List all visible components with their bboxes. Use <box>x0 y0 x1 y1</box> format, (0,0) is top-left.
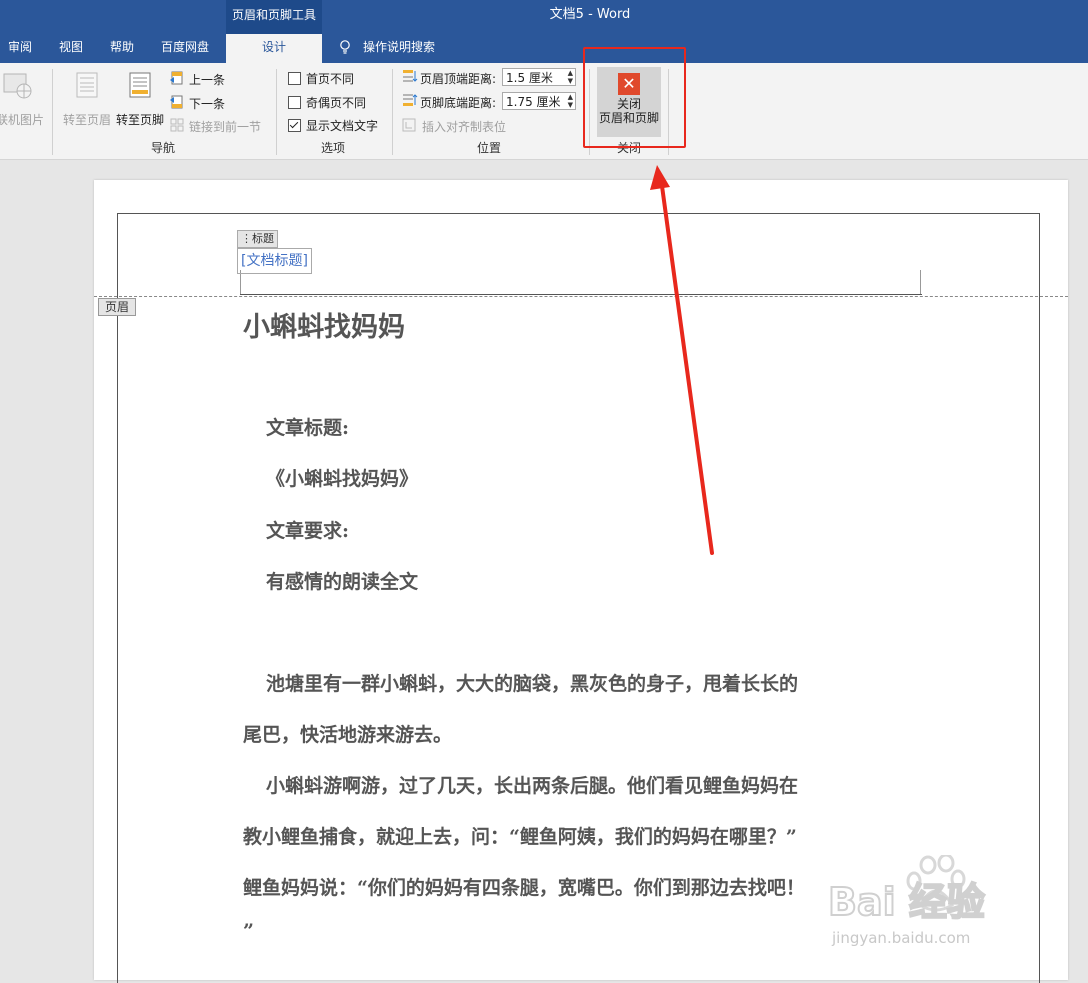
tab-help[interactable]: 帮助 <box>110 34 134 63</box>
previous-button[interactable]: 上一条 <box>170 70 250 88</box>
annotation-highlight-box <box>583 47 686 148</box>
tab-view[interactable]: 视图 <box>59 34 83 63</box>
tab-review[interactable]: 审阅 <box>8 34 32 63</box>
odd-even-different-checkbox[interactable]: 奇偶页不同 <box>288 94 366 111</box>
lightbulb-icon <box>340 40 350 54</box>
insert-alignment-tab-button[interactable]: 插入对齐制表位 <box>402 117 512 135</box>
document-line[interactable]: 有感情的朗读全文 <box>266 567 936 594</box>
online-picture-button[interactable]: 联机图片 <box>0 69 46 127</box>
goto-footer-button[interactable]: 转至页脚 <box>115 69 165 127</box>
group-label-position: 位置 <box>477 141 502 155</box>
header-top-distance-icon <box>403 70 418 82</box>
document-line[interactable]: 文章标题: <box>266 413 936 440</box>
document-line[interactable]: ” <box>243 920 913 942</box>
header-margin-corner <box>920 270 921 294</box>
tab-design[interactable]: 设计 <box>226 34 322 63</box>
group-label-navigation: 导航 <box>151 141 176 155</box>
header-tag: 页眉 <box>98 298 137 316</box>
document-title-content-control[interactable]: [文档标题] <box>237 248 312 274</box>
group-label-options: 选项 <box>321 141 346 155</box>
first-page-different-checkbox[interactable]: 首页不同 <box>288 70 354 87</box>
separator <box>392 69 393 155</box>
picture-icon <box>3 73 32 99</box>
header-top-distance-label: 页眉顶端距离: <box>420 72 497 86</box>
next-button[interactable]: 下一条 <box>170 94 250 112</box>
page-header-icon <box>76 72 98 98</box>
header-rule <box>240 294 922 295</box>
document-line[interactable]: 教小鲤鱼捕食，就迎上去，问：“鲤鱼阿姨，我们的妈妈在哪里？” <box>243 822 913 849</box>
watermark-brand: Bai 经验 <box>828 880 985 924</box>
document-line[interactable]: 池塘里有一群小蝌蚪，大大的脑袋，黑灰色的身子，甩着长长的 <box>266 669 936 696</box>
page-footer-icon <box>129 72 151 98</box>
separator <box>276 69 277 155</box>
link-icon <box>170 118 184 132</box>
watermark-url: jingyan.baidu.com <box>831 929 970 947</box>
ribbon-tabs: 审阅 视图 帮助 百度网盘 设计 操作说明搜索 <box>0 34 1088 63</box>
checkbox-box-checked <box>288 119 301 132</box>
alignment-tab-icon <box>402 118 416 132</box>
stepper-arrows-icon[interactable]: ▲ ▼ <box>568 93 573 109</box>
title-bar: 页眉和页脚工具 文档5 - Word 审阅 视图 帮助 百度网盘 设计 操作说明… <box>0 0 1088 63</box>
window-title: 文档5 - Word <box>549 7 631 22</box>
header-boundary-line <box>94 296 1068 297</box>
document-line[interactable]: 文章要求: <box>266 516 936 543</box>
link-to-previous-button[interactable]: 链接到前一节 <box>170 117 270 135</box>
baidu-jingyan-watermark: Bai 经验 jingyan.baidu.com <box>827 855 986 947</box>
tab-baidu-netdisk[interactable]: 百度网盘 <box>161 34 209 63</box>
document-line[interactable]: 鲤鱼妈妈说：“你们的妈妈有四条腿，宽嘴巴。你们到那边去找吧！ <box>243 873 913 900</box>
checkbox-box <box>288 96 301 109</box>
footer-bottom-distance-stepper[interactable]: 1.75 厘米 ▲ ▼ <box>502 92 576 110</box>
footer-bottom-distance-icon <box>403 94 418 106</box>
checkbox-box <box>288 72 301 85</box>
footer-bottom-distance-label: 页脚底端距离: <box>420 96 497 110</box>
separator <box>52 69 53 155</box>
document-line[interactable]: 尾巴，快活地游来游去。 <box>243 720 913 747</box>
next-section-icon <box>170 95 183 109</box>
document-heading[interactable]: 小蝌蚪找妈妈 <box>243 305 913 344</box>
show-document-text-checkbox[interactable]: 显示文档文字 <box>288 117 378 134</box>
stepper-arrows-icon[interactable]: ▲ ▼ <box>568 69 573 85</box>
document-line[interactable]: 《小蝌蚪找妈妈》 <box>266 464 936 491</box>
ribbon: 联机图片 转至页眉 转至页脚 上一条 下一条 链接到前一节 导航 首页不同 奇偶… <box>0 63 1088 160</box>
document-line[interactable]: 小蝌蚪游啊游，过了几天，长出两条后腿。他们看见鲤鱼妈妈在 <box>266 771 936 798</box>
context-tools-label: 页眉和页脚工具 <box>226 0 322 34</box>
content-control-tag[interactable]: ⋮标题 <box>237 230 278 248</box>
goto-header-button[interactable]: 转至页眉 <box>62 69 112 127</box>
tell-me-search[interactable]: 操作说明搜索 <box>363 34 435 63</box>
previous-section-icon <box>170 71 183 85</box>
header-top-distance-stepper[interactable]: 1.5 厘米 ▲ ▼ <box>502 68 576 86</box>
